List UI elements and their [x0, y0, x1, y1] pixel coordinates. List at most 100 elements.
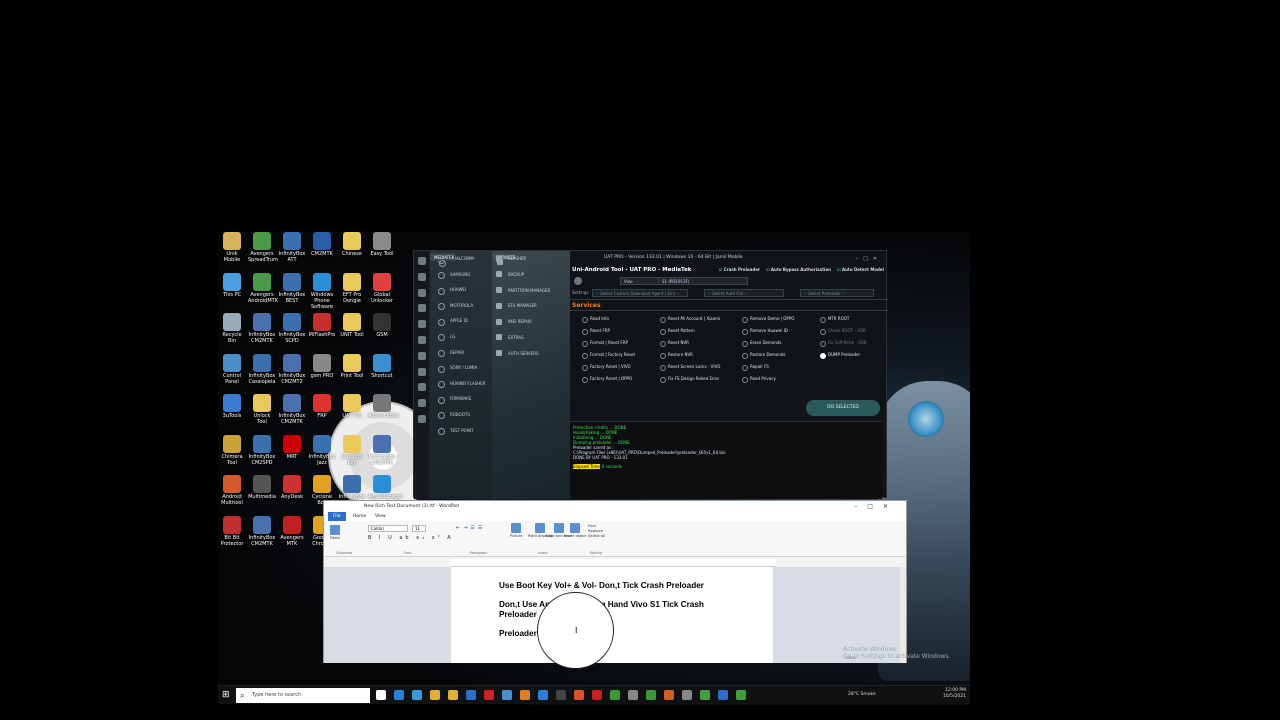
desktop-icon[interactable]: Avengers MTK [278, 515, 306, 547]
whatsapp-icon[interactable] [417, 383, 426, 392]
desktop-icon[interactable]: AnyDesk [278, 475, 306, 500]
service-radio[interactable]: Reset Screen Locks - VIVO [660, 364, 720, 371]
settings-gear-icon[interactable] [574, 277, 582, 285]
gear-icon[interactable] [417, 304, 426, 313]
taskbar-app-icon[interactable] [628, 690, 638, 700]
model-select[interactable]: S1 (PD1913F) [658, 277, 748, 285]
taskbar-app-icon[interactable] [430, 690, 440, 700]
desktop-icon[interactable]: MRT [278, 434, 306, 460]
option-auto-detect[interactable]: Auto Detect Model [837, 265, 884, 275]
desktop-icon[interactable]: MiFlashPro [308, 313, 336, 338]
option-crash-preloader[interactable]: Crash Preloader [719, 265, 760, 275]
desktop-icon[interactable]: Print Tool [338, 353, 366, 379]
taskbar-app-icon[interactable] [394, 690, 404, 700]
desktop-icon[interactable]: AquaManager [368, 475, 403, 500]
desktop-icon[interactable]: InfinityBox CM2MTK [278, 394, 306, 425]
taskbar-app-icon[interactable] [646, 690, 656, 700]
desktop-icon[interactable]: InfinityBox ATT [278, 232, 306, 263]
home-icon[interactable] [417, 272, 426, 281]
desktop-icon[interactable]: InfinityBox Jazz [308, 434, 336, 466]
nav-item-feature[interactable]: AUTH SERVERS [492, 346, 570, 362]
taskbar-app-icon[interactable] [376, 690, 386, 700]
desktop-icon[interactable]: InfinityBox SCPD [278, 313, 306, 344]
auth-file-input[interactable]: -- Select Auth File -- [704, 289, 784, 297]
nav-item-feature[interactable]: EXTRAS [492, 330, 570, 346]
nav-item-platform[interactable]: MOTOROLA [430, 298, 492, 314]
taskbar-app-icon[interactable] [502, 690, 512, 700]
system-clock[interactable]: 12:00 PM 10/5/2021 [943, 688, 966, 700]
desktop-icon[interactable]: InfinityBox BEST [278, 272, 306, 304]
desktop-icon[interactable]: This PC [218, 272, 246, 298]
desktop-icon[interactable]: AdvanceBox [368, 394, 399, 419]
taskbar-app-icon[interactable] [610, 690, 620, 700]
nav-item-feature[interactable]: EFS MANAGER [492, 298, 570, 314]
desktop-icon[interactable]: Unik Mobile [218, 232, 246, 263]
font-family-select[interactable]: Calibri [368, 525, 408, 532]
picture-button[interactable]: Picture [510, 523, 522, 538]
taskbar-app-icon[interactable] [466, 690, 476, 700]
chrome-icon[interactable] [417, 320, 426, 329]
desktop-icon[interactable]: GSM [368, 313, 396, 338]
service-radio[interactable]: Fix FS Design Relied Error [660, 376, 719, 383]
service-radio[interactable]: Read Info [582, 316, 609, 323]
do-selected-button[interactable]: DO SELECTED [806, 400, 880, 416]
nav-item-platform[interactable]: APPLE ID [430, 313, 492, 329]
taskbar-app-icon[interactable] [664, 690, 674, 700]
paste-button[interactable]: Paste [330, 525, 340, 540]
service-radio[interactable]: Fix Soft-Brick - ADB [820, 340, 867, 347]
desktop-icon[interactable]: Windows Phone Software [308, 272, 336, 310]
facebook-icon[interactable] [417, 335, 426, 344]
nav-item-platform[interactable]: SAMSUNG [430, 267, 492, 283]
taskbar-app-icon[interactable] [412, 690, 422, 700]
document-page[interactable]: Use Boot Key Vol+ & Vol- Don,t Tick Cras… [451, 567, 773, 663]
desktop-icon[interactable]: Recycle Bin [218, 313, 246, 344]
globe-icon[interactable] [417, 399, 426, 408]
nav-item-platform[interactable]: TEST POINT [430, 423, 492, 439]
desktop-icon[interactable]: Unlock Tool [248, 394, 276, 425]
nav-item-feature[interactable]: FLASHER [492, 251, 570, 267]
format-buttons[interactable]: B I U ab x₂ x² A [368, 535, 454, 541]
tab-home[interactable]: Home [348, 512, 371, 521]
service-radio[interactable]: Format | Factory Reset [582, 352, 635, 359]
service-radio[interactable]: Read Privacy [742, 376, 776, 383]
taskbar-app-icon[interactable] [592, 690, 602, 700]
service-radio[interactable]: Format | Reset FRP [582, 340, 628, 347]
desktop-icon[interactable]: CM2MTK [308, 232, 336, 257]
service-radio[interactable]: Repair FS [742, 364, 769, 371]
youtube-icon[interactable] [417, 367, 426, 376]
desktop-icon[interactable]: UNIT Tool [338, 313, 366, 338]
nav-item-platform[interactable]: HUAWEI [430, 282, 492, 298]
service-radio[interactable]: DUMP Preloader [820, 352, 860, 359]
desktop-icon[interactable]: InfinityBox CM2MTK [248, 313, 276, 344]
desktop-icon[interactable]: Easy Tool [368, 232, 396, 257]
desktop-icon[interactable]: gsm PRO [308, 353, 336, 379]
desktop-icon[interactable]: Chinese [338, 232, 366, 257]
service-radio[interactable]: MTK ROOT [820, 316, 849, 323]
desktop-icon[interactable]: Global Unlocker [368, 272, 396, 304]
nav-item-feature[interactable]: IMEI REPAIR [492, 314, 570, 330]
service-radio[interactable]: Remove Huawei ID [742, 328, 788, 335]
service-radio[interactable]: Remove Demo | OPPO [742, 316, 794, 323]
service-radio[interactable]: Factory Reset | OPPO [582, 376, 632, 383]
service-radio[interactable]: Factory Reset | VIVO [582, 364, 631, 371]
desktop-icon[interactable]: UAT Pro [338, 394, 366, 419]
service-radio[interactable]: Reset FRP [582, 328, 610, 335]
preloader-file-input[interactable]: -- Select Preloader -- [800, 289, 874, 297]
select-all-button[interactable]: Select all [588, 533, 605, 538]
desktop-icon[interactable]: Avengers AndroidMTK [248, 272, 278, 304]
window-controls[interactable]: –□✕ [856, 254, 882, 264]
users-icon[interactable] [417, 288, 426, 297]
service-radio[interactable]: Reset Mi Account | Xiaomi [660, 316, 720, 323]
nav-item-platform[interactable]: REPAIR [430, 345, 492, 361]
desktop-icon[interactable]: InfinityBox CM2MTK [368, 434, 396, 466]
nav-item-platform[interactable]: ROBOOTS [430, 407, 492, 423]
menu-icon[interactable] [417, 257, 426, 265]
taskbar-search-input[interactable]: Type here to search [236, 688, 370, 703]
taskbar-app-icon[interactable] [520, 690, 530, 700]
desktop-icon[interactable]: Control Panel [218, 353, 246, 385]
cart-icon[interactable] [417, 414, 426, 423]
taskbar-app-icon[interactable] [574, 690, 584, 700]
desktop-icon[interactable]: InfinityBox CM2MT2 [278, 353, 306, 385]
desktop-icon[interactable]: Android Multitool [218, 475, 246, 506]
desktop-icon[interactable]: FRP [308, 394, 336, 419]
